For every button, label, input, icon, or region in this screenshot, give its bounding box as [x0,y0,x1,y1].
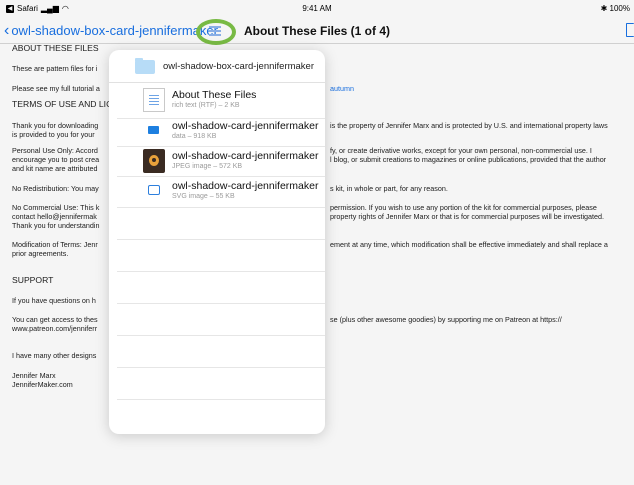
file-row-svg[interactable]: owl-shadow-card-jennifermaker SVG image … [109,176,325,207]
status-right: ✱ 100% [601,4,630,13]
doc-line: No Commercial Use: This k [12,203,100,212]
doc-line: I have many other designs [12,351,97,360]
row-separator [117,399,325,400]
doc-line: If you have questions on h [12,296,96,305]
doc-line: s kit, in whole or part, for any reason. [330,184,448,193]
row-separator [117,303,325,304]
tutorial-link[interactable]: autumn [330,84,354,93]
row-separator [117,239,325,240]
doc-line: fy, or create derivative works, except f… [330,146,592,155]
status-bar: ◀ Safari ▂▄▆ ◠ 9:41 AM ✱ 100% [0,0,634,16]
data-file-icon [143,119,165,143]
bluetooth-icon: ✱ [600,4,608,13]
doc-line: is the property of Jennifer Marx and is … [330,121,608,130]
page-title: About These Files (1 of 4) [243,24,390,38]
heading-support: SUPPORT [12,275,54,285]
doc-line: These are pattern files for i [12,64,98,73]
file-meta: SVG image – 55 KB [172,193,235,200]
status-time: 9:41 AM [302,4,332,13]
signature-name: Jennifer Marx [12,371,56,380]
doc-line: encourage you to post crea [12,155,100,164]
doc-line: www.patreon.com/jenniferr [12,324,98,333]
doc-line: property rights of Jennifer Marx or that… [330,212,605,221]
rtf-document-icon [143,88,165,112]
folder-header[interactable]: owl-shadow-box-card-jennifermaker [109,50,325,83]
folder-title: owl-shadow-box-card-jennifermaker [163,61,315,72]
file-name: owl-shadow-card-jennifermaker [172,150,319,162]
doc-line: contact hello@jennifermak [12,212,97,221]
doc-line: Personal Use Only: Accord [12,146,98,155]
battery-percent: 100% [609,4,630,13]
doc-line: ement at any time, which modification sh… [330,240,608,249]
doc-line: l blog, or submit creations to magazines… [330,155,607,164]
list-button[interactable] [196,19,236,45]
heading-about: ABOUT THESE FILES [12,43,99,53]
doc-line: Please see my full tutorial a [12,84,100,93]
row-separator [117,367,325,368]
file-meta: rich text (RTF) – 2 KB [172,102,240,109]
row-separator [117,335,325,336]
navigation-bar: ‹ owl-shadow-box-card-jennifermaker Abou… [0,18,634,45]
folder-icon [135,58,155,74]
file-row-about[interactable]: About These Files rich text (RTF) – 2 KB [109,85,325,116]
doc-line: se (plus other awesome goodies) by suppo… [330,315,562,324]
row-separator [117,207,325,208]
file-row-data[interactable]: owl-shadow-card-jennifermaker data – 918… [109,116,325,147]
file-meta: JPEG image – 572 KB [172,163,243,170]
file-name: About These Files [172,89,257,101]
share-icon[interactable] [626,23,634,37]
doc-line: Thank you for understandin [12,221,100,230]
file-name: owl-shadow-card-jennifermaker [172,120,319,132]
doc-line: and kit name are attributed [12,164,98,173]
jpeg-thumbnail-icon [143,149,165,173]
doc-line: is provided to you for your [12,130,95,139]
svg-file-icon [143,179,165,203]
signature-site: JenniferMaker.com [12,380,73,389]
doc-line: Modification of Terms: Jenr [12,240,98,249]
heading-terms: TERMS OF USE AND LICE [12,99,119,109]
list-icon [209,26,223,38]
file-name: owl-shadow-card-jennifermaker [172,180,319,192]
file-meta: data – 918 KB [172,133,217,140]
file-list-popover: owl-shadow-box-card-jennifermaker About … [109,50,325,434]
doc-line: You can get access to thes [12,315,98,324]
row-separator [117,271,325,272]
file-row-jpeg[interactable]: owl-shadow-card-jennifermaker JPEG image… [109,146,325,177]
doc-line: prior agreements. [12,249,69,258]
doc-line: Thank you for downloading [12,121,99,130]
doc-line: No Redistribution: You may [12,184,99,193]
doc-line: permission. If you wish to use any porti… [330,203,597,212]
